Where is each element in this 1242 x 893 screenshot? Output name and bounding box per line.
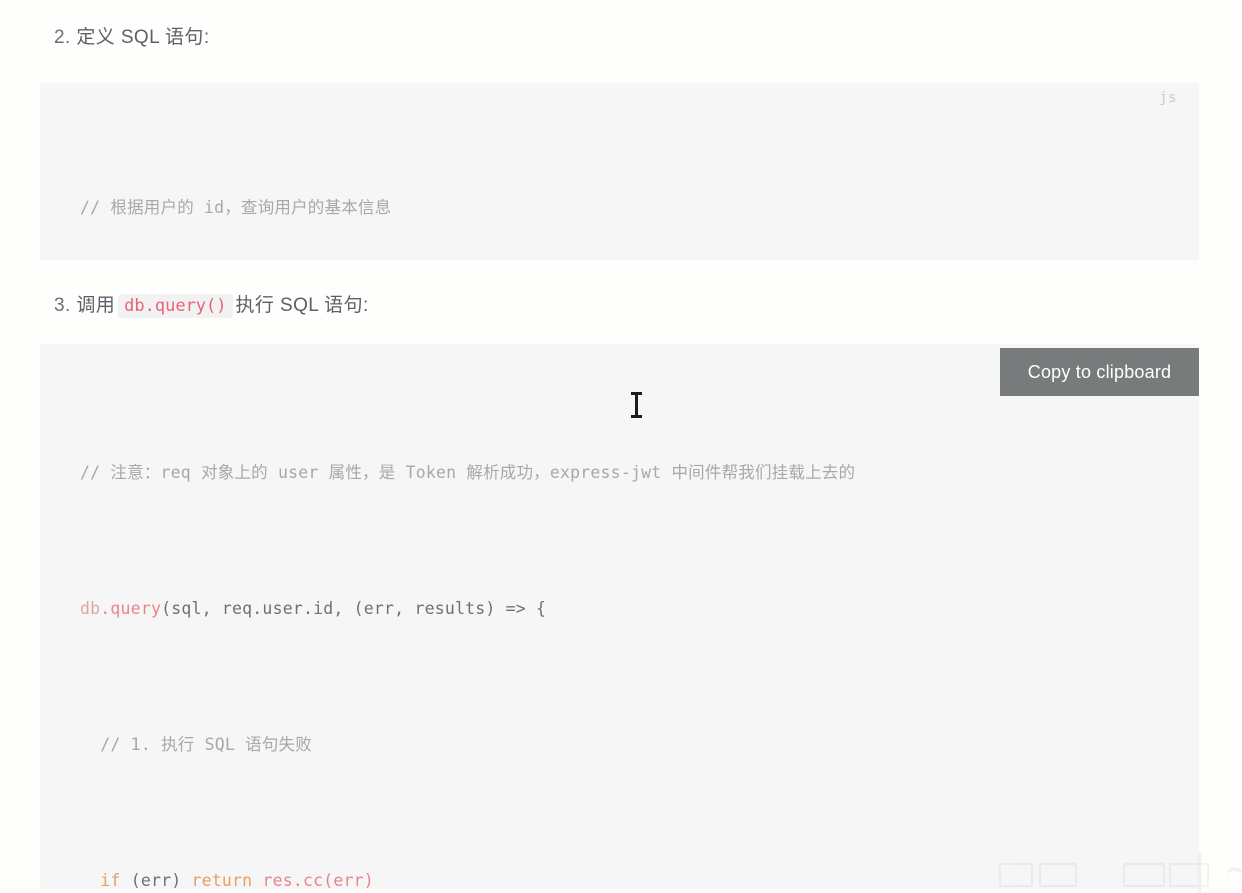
heading-step-3-inline-code: db.query() bbox=[118, 294, 233, 318]
heading-step-3: 3. 调用 db.query() 执行 SQL 语句: bbox=[54, 290, 369, 318]
heading-step-3-prefix: 调用 bbox=[76, 295, 116, 316]
heading-step-3-suffix: 执行 SQL 语句: bbox=[235, 295, 369, 316]
code-block-db-query[interactable]: // 注意：req 对象上的 user 属性，是 Token 解析成功，expr… bbox=[40, 344, 1199, 889]
code-line: // 根据用户的 id，查询用户的基本信息 bbox=[80, 191, 1189, 225]
code-token-comment: // 注意：req 对象上的 user 属性，是 Token 解析成功，expr… bbox=[80, 463, 856, 482]
code-token-condition: (err) bbox=[130, 871, 182, 889]
code-token-keyword: return bbox=[191, 871, 253, 889]
heading-step-2-text: 定义 SQL 语句: bbox=[76, 27, 210, 48]
code-line: if (err) return res.cc(err) bbox=[80, 864, 1189, 889]
code-line: // 注意：req 对象上的 user 属性，是 Token 解析成功，expr… bbox=[80, 456, 1189, 490]
code-block-sql-definition[interactable]: js // 根据用户的 id，查询用户的基本信息 // 注意：为了防止用户的密码… bbox=[40, 83, 1199, 260]
code-line: db.query(sql, req.user.id, (err, results… bbox=[80, 592, 1189, 626]
heading-step-2-number: 2. bbox=[54, 27, 71, 48]
language-tag: js bbox=[1159, 90, 1177, 106]
overlay-glyph: ~ bbox=[1223, 847, 1242, 893]
code-token-call: res.cc(err) bbox=[262, 871, 374, 889]
heading-step-2: 2. 定义 SQL 语句: bbox=[54, 22, 210, 49]
copy-to-clipboard-button[interactable]: Copy to clipboard bbox=[1000, 348, 1199, 396]
code-token-method: .query bbox=[100, 599, 162, 618]
code-block-sql-definition-body: // 根据用户的 id，查询用户的基本信息 // 注意：为了防止用户的密码泄露，… bbox=[80, 123, 1189, 260]
code-token-arguments: (sql, req.user.id, (err, results) => { bbox=[161, 599, 547, 618]
code-token-comment: // 1. 执行 SQL 语句失败 bbox=[100, 735, 312, 754]
code-block-db-query-body: // 注意：req 对象上的 user 属性，是 Token 解析成功，expr… bbox=[80, 388, 1189, 889]
code-token-keyword: if bbox=[100, 871, 121, 889]
code-line: // 1. 执行 SQL 语句失败 bbox=[80, 728, 1189, 762]
document-page: 2. 定义 SQL 语句: js // 根据用户的 id，查询用户的基本信息 /… bbox=[0, 0, 1242, 893]
copy-to-clipboard-label: Copy to clipboard bbox=[1027, 361, 1172, 382]
heading-step-3-number: 3. bbox=[54, 295, 71, 316]
code-token-object: db bbox=[80, 599, 101, 618]
code-token-comment: // 根据用户的 id，查询用户的基本信息 bbox=[80, 198, 392, 217]
